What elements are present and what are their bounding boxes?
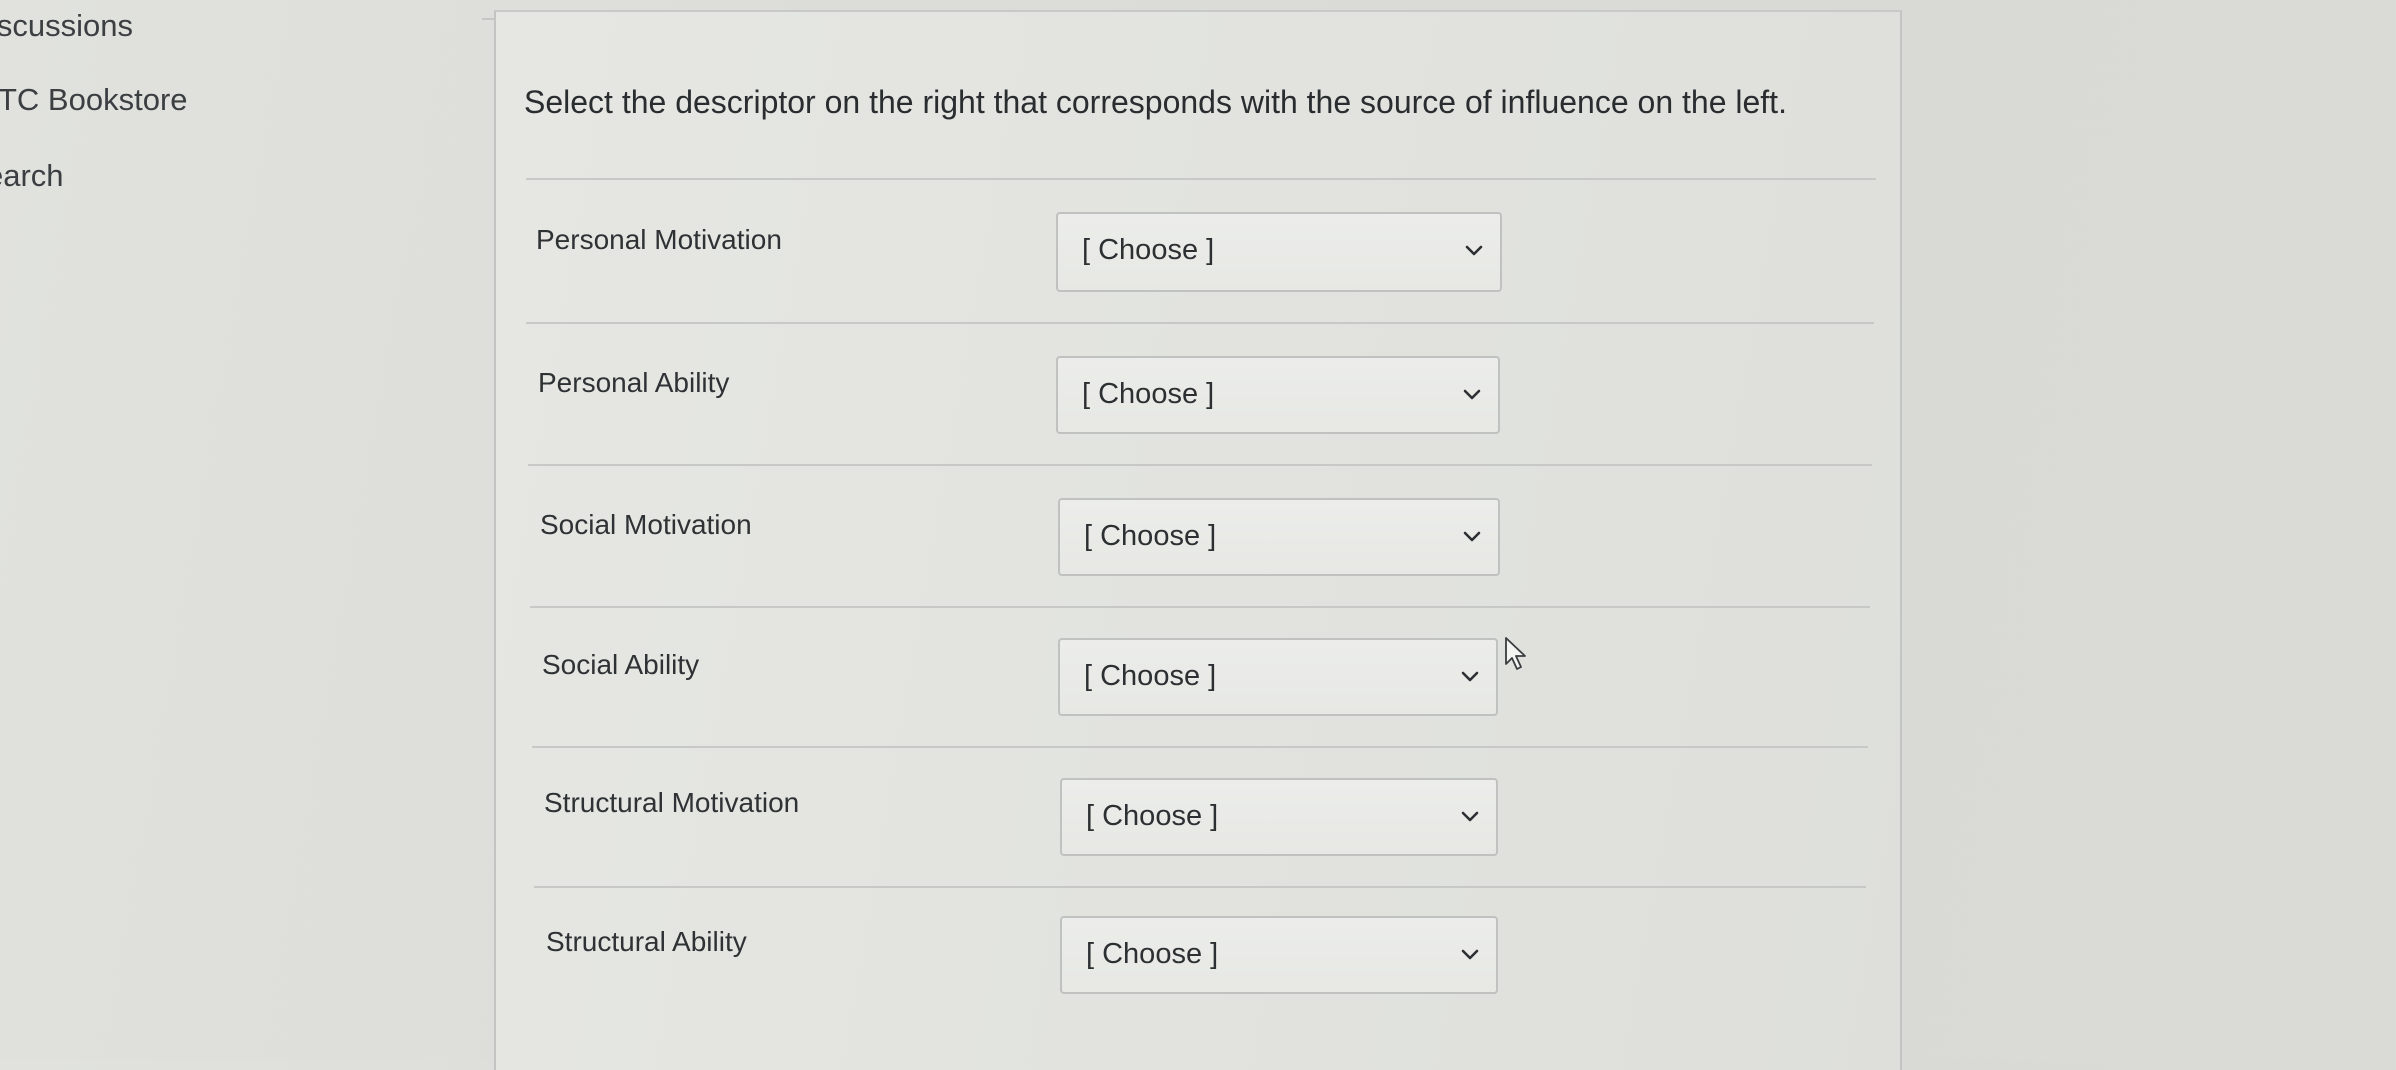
select-structural-ability[interactable]: [ Choose ]	[1060, 916, 1498, 994]
mouse-cursor-icon	[1505, 637, 1526, 670]
nav-link-discussions[interactable]: iscussions	[0, 8, 133, 44]
nav-link-bookstore[interactable]: TC Bookstore	[0, 82, 188, 118]
select-personal-motivation[interactable]: [ Choose ]	[1056, 212, 1502, 292]
row-label-social-motivation: Social Motivation	[540, 509, 752, 540]
row-label-personal-ability: Personal Ability	[538, 367, 730, 398]
select-value: [ Choose ]	[1084, 660, 1217, 692]
divider	[530, 606, 1870, 608]
select-social-ability[interactable]: [ Choose ]	[1058, 638, 1498, 716]
divider	[526, 178, 1876, 180]
divider	[528, 464, 1872, 466]
divider	[526, 322, 1874, 324]
chevron-down-icon	[1461, 811, 1479, 822]
course-nav-sidebar: iscussions TC Bookstore earch	[0, 0, 470, 1060]
select-value: [ Choose ]	[1082, 234, 1215, 266]
chevron-down-icon	[1463, 389, 1481, 400]
matching-question-panel: Select the descriptor on the right that …	[494, 10, 1902, 1070]
divider	[532, 746, 1868, 748]
row-label-structural-motivation: Structural Motivation	[544, 787, 800, 818]
row-label-social-ability: Social Ability	[542, 649, 700, 680]
row-label-personal-motivation: Personal Motivation	[536, 224, 782, 255]
chevron-down-icon	[1463, 531, 1481, 542]
chevron-down-icon	[1465, 245, 1483, 256]
divider	[534, 886, 1866, 888]
select-social-motivation[interactable]: [ Choose ]	[1058, 498, 1500, 576]
select-value: [ Choose ]	[1086, 800, 1219, 832]
nav-link-search[interactable]: earch	[0, 158, 64, 194]
question-prompt: Select the descriptor on the right that …	[524, 84, 1787, 120]
select-personal-ability[interactable]: [ Choose ]	[1056, 356, 1500, 434]
chevron-down-icon	[1461, 671, 1479, 682]
select-value: [ Choose ]	[1086, 938, 1219, 970]
row-label-structural-ability: Structural Ability	[546, 926, 747, 957]
chevron-down-icon	[1461, 949, 1479, 960]
select-value: [ Choose ]	[1084, 520, 1217, 552]
select-structural-motivation[interactable]: [ Choose ]	[1060, 778, 1498, 856]
select-value: [ Choose ]	[1082, 378, 1215, 410]
